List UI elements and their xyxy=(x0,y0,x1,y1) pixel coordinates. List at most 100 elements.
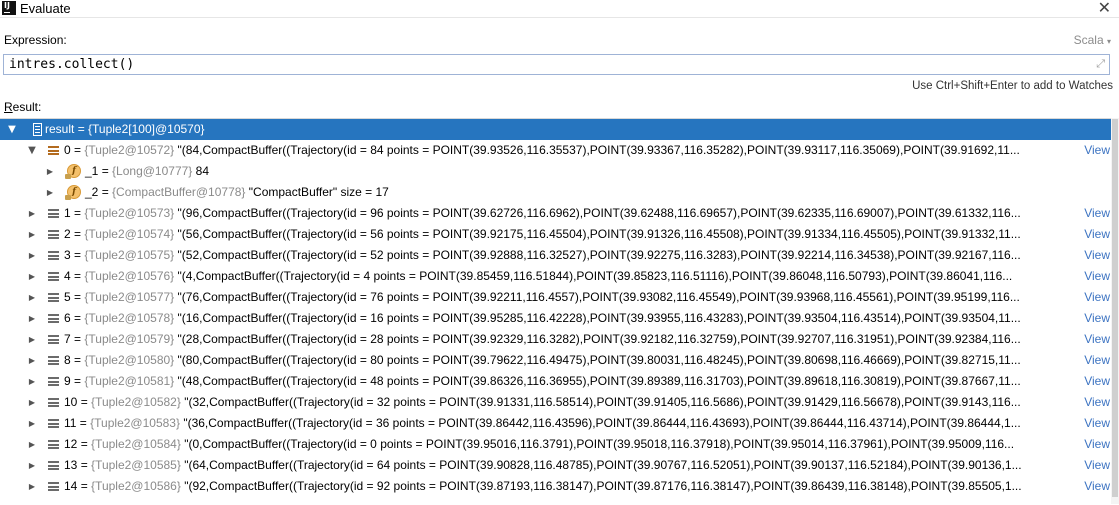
view-link[interactable]: View xyxy=(1081,266,1110,287)
scrollbar-thumb[interactable] xyxy=(1112,119,1118,497)
node-ref: {Long@10777} xyxy=(112,164,193,178)
list-icon xyxy=(48,335,59,344)
node-value: "(32,CompactBuffer((Trajectory(id = 32 p… xyxy=(184,395,1021,409)
table-row[interactable]: ▶ 9 = {Tuple2@10581} "(48,CompactBuffer((… xyxy=(0,371,1119,392)
node-value: "(76,CompactBuffer((Trajectory(id = 76 p… xyxy=(177,290,1020,304)
table-row[interactable]: ▶ 13 = {Tuple2@10585} "(64,CompactBuffer(… xyxy=(0,455,1119,476)
table-row[interactable]: ▶ 11 = {Tuple2@10583} "(36,CompactBuffer(… xyxy=(0,413,1119,434)
table-row[interactable]: ▶ 6 = {Tuple2@10578} "(16,CompactBuffer((… xyxy=(0,308,1119,329)
chevron-right-icon[interactable]: ▶ xyxy=(27,392,37,413)
table-row[interactable]: ▶ 8 = {Tuple2@10580} "(80,CompactBuffer((… xyxy=(0,350,1119,371)
list-icon xyxy=(48,209,59,218)
view-link[interactable]: View xyxy=(1081,203,1110,224)
view-link[interactable]: View xyxy=(1081,434,1110,455)
view-link[interactable]: View xyxy=(1081,329,1110,350)
node-name: _2 xyxy=(85,185,99,199)
expression-label: Expression: xyxy=(4,33,67,47)
node-value: "(84,CompactBuffer((Trajectory(id = 84 p… xyxy=(177,143,1020,157)
node-name: 1 xyxy=(64,206,71,220)
tree-root-row[interactable]: ▼ result = {Tuple2[100]@10570} xyxy=(0,119,1119,140)
chevron-right-icon[interactable]: ▶ xyxy=(27,287,37,308)
node-name: 12 xyxy=(64,437,78,451)
chevron-right-icon[interactable]: ▶ xyxy=(27,224,37,245)
node-value: "(48,CompactBuffer((Trajectory(id = 48 p… xyxy=(177,374,1021,388)
node-ref: {Tuple2@10579} xyxy=(84,332,175,346)
field-icon: f xyxy=(65,185,81,200)
table-row[interactable]: ▼ 0 = {Tuple2@10572} "(84,CompactBuffer((… xyxy=(0,140,1119,161)
table-row[interactable]: ▶ 4 = {Tuple2@10576} "(4,CompactBuffer((T… xyxy=(0,266,1119,287)
close-icon[interactable]: ✕ xyxy=(1098,0,1111,16)
node-value: "(56,CompactBuffer((Trajectory(id = 56 p… xyxy=(177,227,1021,241)
node-name: 8 xyxy=(64,353,71,367)
expression-input[interactable]: intres.collect() ⤢ xyxy=(3,54,1110,75)
node-ref: {Tuple2@10572} xyxy=(84,143,175,157)
chevron-right-icon[interactable]: ▶ xyxy=(27,434,37,455)
node-value: "(4,CompactBuffer((Trajectory(id = 4 poi… xyxy=(177,269,1013,283)
table-row[interactable]: ▶ 1 = {Tuple2@10573} "(96,CompactBuffer((… xyxy=(0,203,1119,224)
chevron-right-icon[interactable]: ▶ xyxy=(45,161,55,182)
table-row[interactable]: ▶ 12 = {Tuple2@10584} "(0,CompactBuffer((… xyxy=(0,434,1119,455)
list-icon xyxy=(48,419,59,428)
node-name: 10 xyxy=(64,395,78,409)
node-ref: {Tuple2@10575} xyxy=(84,248,175,262)
table-row[interactable]: ▶ 7 = {Tuple2@10579} "(28,CompactBuffer((… xyxy=(0,329,1119,350)
node-ref: {Tuple2@10577} xyxy=(84,290,175,304)
node-name: 0 xyxy=(64,143,71,157)
node-value: "CompactBuffer" size = 17 xyxy=(248,185,389,199)
chevron-right-icon[interactable]: ▶ xyxy=(27,455,37,476)
node-ref: {Tuple2@10573} xyxy=(84,206,175,220)
chevron-right-icon[interactable]: ▶ xyxy=(27,413,37,434)
node-name: _1 xyxy=(85,164,99,178)
result-label: Result: xyxy=(4,100,41,114)
node-value: "(64,CompactBuffer((Trajectory(id = 64 p… xyxy=(184,458,1022,472)
chevron-right-icon[interactable]: ▶ xyxy=(27,308,37,329)
root-value: = {Tuple2[100]@10570} xyxy=(77,122,205,136)
window-title: Evaluate xyxy=(20,1,71,16)
table-row[interactable]: ▶ 3 = {Tuple2@10575} "(52,CompactBuffer((… xyxy=(0,245,1119,266)
list-icon xyxy=(48,377,59,386)
node-ref: {Tuple2@10584} xyxy=(91,437,181,451)
node-ref: {Tuple2@10574} xyxy=(84,227,175,241)
node-ref: {Tuple2@10583} xyxy=(90,416,180,430)
view-link[interactable]: View xyxy=(1081,350,1110,371)
result-tree[interactable]: ▼ result = {Tuple2[100]@10570} ▼ 0 = {Tup… xyxy=(0,118,1119,505)
table-row[interactable]: ▶ 5 = {Tuple2@10577} "(76,CompactBuffer((… xyxy=(0,287,1119,308)
node-ref: {Tuple2@10585} xyxy=(91,458,181,472)
list-icon xyxy=(48,293,59,302)
node-value: "(16,CompactBuffer((Trajectory(id = 16 p… xyxy=(177,311,1021,325)
table-row[interactable]: ▶ 14 = {Tuple2@10586} "(92,CompactBuffer(… xyxy=(0,476,1119,497)
expression-value[interactable]: intres.collect() xyxy=(9,57,134,73)
chevron-down-icon[interactable]: ▼ xyxy=(7,119,17,140)
view-link[interactable]: View xyxy=(1081,245,1110,266)
chevron-right-icon[interactable]: ▶ xyxy=(27,203,37,224)
view-link[interactable]: View xyxy=(1081,392,1110,413)
list-icon xyxy=(48,356,59,365)
chevron-right-icon[interactable]: ▶ xyxy=(27,371,37,392)
chevron-right-icon[interactable]: ▶ xyxy=(27,329,37,350)
view-link[interactable]: View xyxy=(1081,413,1110,434)
chevron-right-icon[interactable]: ▶ xyxy=(27,350,37,371)
node-ref: {Tuple2@10582} xyxy=(91,395,181,409)
watches-hint: Use Ctrl+Shift+Enter to add to Watches xyxy=(912,80,1113,92)
chevron-right-icon[interactable]: ▶ xyxy=(27,476,37,497)
view-link[interactable]: View xyxy=(1081,371,1110,392)
chevron-right-icon[interactable]: ▶ xyxy=(45,182,55,203)
view-link[interactable]: View xyxy=(1081,287,1110,308)
view-link[interactable]: View xyxy=(1081,224,1110,245)
list-icon xyxy=(48,251,59,260)
list-item[interactable]: ▶ f _1 = {Long@10777} 84 xyxy=(0,161,1119,182)
list-item[interactable]: ▶ f _2 = {CompactBuffer@10778} "CompactBuf… xyxy=(0,182,1119,203)
expand-editor-icon[interactable]: ⤢ xyxy=(1096,57,1105,71)
node-ref: {CompactBuffer@10778} xyxy=(112,185,246,199)
chevron-right-icon[interactable]: ▶ xyxy=(27,266,37,287)
chevron-down-icon[interactable]: ▼ xyxy=(27,140,37,161)
view-link[interactable]: View xyxy=(1081,476,1110,497)
node-name: 4 xyxy=(64,269,71,283)
view-link[interactable]: View xyxy=(1081,140,1110,161)
chevron-right-icon[interactable]: ▶ xyxy=(27,245,37,266)
language-dropdown[interactable]: Scala ▾ xyxy=(1074,33,1111,47)
table-row[interactable]: ▶ 10 = {Tuple2@10582} "(32,CompactBuffer(… xyxy=(0,392,1119,413)
view-link[interactable]: View xyxy=(1081,308,1110,329)
table-row[interactable]: ▶ 2 = {Tuple2@10574} "(56,CompactBuffer((… xyxy=(0,224,1119,245)
view-link[interactable]: View xyxy=(1081,455,1110,476)
